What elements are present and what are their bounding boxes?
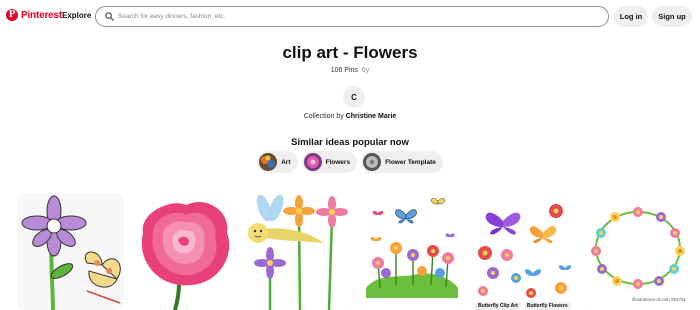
explore-link[interactable]: Explore — [62, 11, 91, 20]
chip-art[interactable]: Art — [257, 151, 298, 173]
pin-count: 106 Pins — [330, 67, 358, 74]
collection-prefix: Collection by — [303, 113, 344, 120]
pin-tags: Butterfly Clip Art Butterfly Flowers — [475, 302, 571, 310]
pin-card[interactable] — [244, 193, 351, 310]
search-bar[interactable] — [95, 6, 609, 27]
owner-name-link[interactable]: Christine Marie — [346, 113, 397, 120]
logo-text: Pinterest — [21, 9, 62, 21]
pin-watermark: illustrations-of.com #84751 — [632, 297, 686, 302]
similar-ideas-heading: Similar ideas popular now — [291, 137, 409, 148]
pink-rose-clipart-icon — [131, 193, 238, 310]
pin-card[interactable]: illustrations-of.com #84751 — [585, 193, 692, 310]
daisy-butterfly-clipart-icon — [17, 193, 124, 310]
flower-template-thumb-icon — [363, 153, 382, 171]
chip-label: Art — [281, 158, 291, 166]
pin-card[interactable] — [17, 193, 124, 310]
similar-ideas-chips: Art Flowers Flower Template — [0, 151, 700, 173]
dragonfly-flowers-clipart-icon — [244, 193, 351, 310]
butterfly-flowers-clipart-icon — [471, 193, 578, 310]
avatar[interactable]: C — [343, 86, 365, 108]
collection-byline: Collection by Christine Marie — [0, 113, 700, 120]
chip-flower-template[interactable]: Flower Template — [361, 151, 443, 173]
pin-card[interactable] — [131, 193, 238, 310]
art-thumb-icon — [259, 153, 278, 171]
board-title: clip art - Flowers — [282, 43, 418, 62]
board-meta: 106 Pins 6y — [0, 67, 700, 74]
pinterest-logo[interactable]: P Pinterest — [6, 9, 62, 21]
flowers-thumb-icon — [303, 153, 322, 171]
board-age: 6y — [361, 67, 370, 74]
chip-flowers[interactable]: Flowers — [301, 151, 358, 173]
flower-wreath-clipart-icon — [585, 193, 692, 310]
search-icon — [102, 10, 116, 24]
chip-label: Flower Template — [385, 158, 436, 166]
chip-label: Flowers — [325, 158, 351, 166]
top-header: P Pinterest Explore Log in Sign up — [0, 0, 700, 34]
pin-tag[interactable]: Butterfly Clip Art — [475, 302, 521, 310]
signup-button[interactable]: Sign up — [652, 6, 692, 27]
pinterest-logo-icon: P — [6, 9, 18, 21]
search-input[interactable] — [118, 13, 588, 20]
pin-card[interactable]: Butterfly Clip Art Butterfly Flowers — [471, 193, 578, 310]
butterflies-flower-garden-clipart-icon — [358, 193, 465, 310]
pin-tag[interactable]: Butterfly Flowers — [523, 302, 571, 310]
pin-card[interactable] — [358, 193, 465, 310]
login-button[interactable]: Log in — [614, 6, 648, 27]
